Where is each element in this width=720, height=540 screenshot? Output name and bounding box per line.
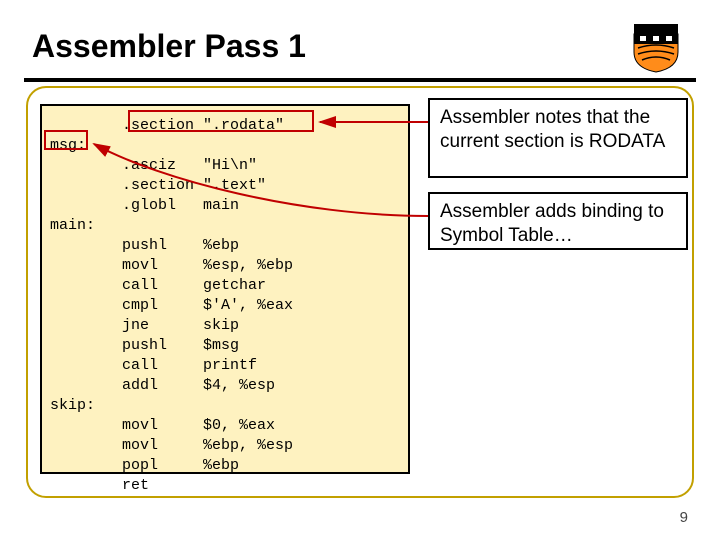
code-line: movl %esp, %ebp bbox=[50, 257, 293, 274]
title-underline bbox=[24, 78, 696, 82]
note-symbol-table: Assembler adds binding to Symbol Table… bbox=[428, 192, 688, 250]
assembly-code: .section ".rodata" msg: .asciz "Hi\n" .s… bbox=[50, 116, 400, 496]
code-line: jne skip bbox=[50, 317, 239, 334]
code-line: movl $0, %eax bbox=[50, 417, 275, 434]
code-line: .section ".rodata" bbox=[50, 117, 284, 134]
page-title: Assembler Pass 1 bbox=[32, 28, 306, 65]
code-line: call printf bbox=[50, 357, 257, 374]
code-line: movl %ebp, %esp bbox=[50, 437, 293, 454]
code-line: cmpl $'A', %eax bbox=[50, 297, 293, 314]
princeton-shield-icon bbox=[628, 22, 684, 74]
code-line: popl %ebp bbox=[50, 457, 239, 474]
note-rodata-section: Assembler notes that the current section… bbox=[428, 98, 688, 178]
code-line: ret bbox=[50, 477, 149, 494]
code-label-main: main: bbox=[50, 217, 95, 234]
assembly-code-box: .section ".rodata" msg: .asciz "Hi\n" .s… bbox=[40, 104, 410, 474]
code-line: call getchar bbox=[50, 277, 266, 294]
code-label-skip: skip: bbox=[50, 397, 95, 414]
page-number: 9 bbox=[680, 509, 688, 526]
code-line: .section ".text" bbox=[50, 177, 266, 194]
code-line: .asciz "Hi\n" bbox=[50, 157, 257, 174]
code-line: pushl $msg bbox=[50, 337, 239, 354]
code-line: pushl %ebp bbox=[50, 237, 239, 254]
code-label-msg: msg: bbox=[50, 137, 86, 154]
code-line: addl $4, %esp bbox=[50, 377, 275, 394]
code-line: .globl main bbox=[50, 197, 239, 214]
